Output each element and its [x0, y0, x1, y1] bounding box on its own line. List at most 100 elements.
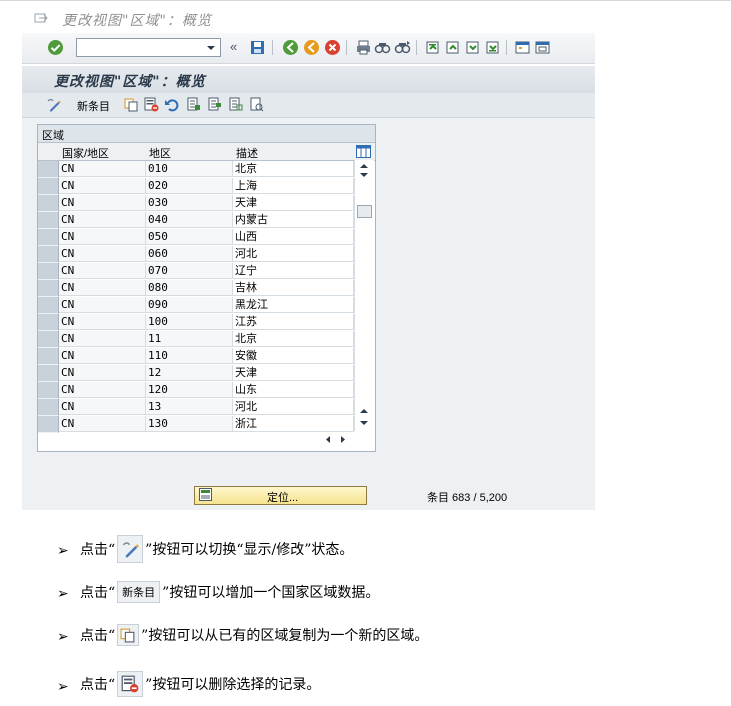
- find-icon[interactable]: [374, 39, 391, 56]
- cell-region[interactable]: 100: [146, 314, 233, 330]
- table-settings-icon[interactable]: [356, 145, 371, 158]
- cell-description[interactable]: 安徽: [233, 348, 354, 364]
- cell-region[interactable]: 12: [146, 365, 233, 381]
- cell-country[interactable]: CN: [59, 246, 146, 262]
- cell-region[interactable]: 040: [146, 212, 233, 228]
- cell-description[interactable]: 河北: [233, 399, 354, 415]
- first-page-icon[interactable]: [424, 39, 441, 56]
- prev-page-icon[interactable]: [444, 39, 461, 56]
- cell-country[interactable]: CN: [59, 382, 146, 398]
- deselect-all-icon[interactable]: [228, 97, 243, 112]
- cell-description[interactable]: 山西: [233, 229, 354, 245]
- scroll-right-icon[interactable]: [339, 435, 347, 444]
- row-selector[interactable]: [38, 399, 59, 416]
- cell-description[interactable]: 河北: [233, 246, 354, 262]
- cell-country[interactable]: CN: [59, 280, 146, 296]
- cell-country[interactable]: CN: [59, 297, 146, 313]
- cell-description[interactable]: 北京: [233, 161, 354, 177]
- row-selector[interactable]: [38, 212, 59, 229]
- row-selector[interactable]: [38, 416, 59, 433]
- cell-country[interactable]: CN: [59, 348, 146, 364]
- position-button[interactable]: 定位...: [194, 486, 367, 505]
- row-selector[interactable]: [38, 246, 59, 263]
- row-selector[interactable]: [38, 331, 59, 348]
- cell-country[interactable]: CN: [59, 212, 146, 228]
- layout-icon[interactable]: [534, 39, 551, 56]
- window-menu-icon[interactable]: [34, 12, 48, 24]
- cell-country[interactable]: CN: [59, 195, 146, 211]
- cell-description[interactable]: 天津: [233, 195, 354, 211]
- cell-region[interactable]: 030: [146, 195, 233, 211]
- delete-icon[interactable]: [144, 97, 159, 112]
- create-session-icon[interactable]: [514, 39, 531, 56]
- select-all-icon[interactable]: [186, 97, 201, 112]
- row-selector[interactable]: [38, 178, 59, 195]
- row-selector[interactable]: [38, 365, 59, 382]
- row-selector[interactable]: [38, 382, 59, 399]
- row-selector[interactable]: [38, 314, 59, 331]
- cell-region[interactable]: 11: [146, 331, 233, 347]
- collapse-arrows-icon[interactable]: «: [230, 39, 237, 54]
- column-header-country[interactable]: 国家/地区: [62, 145, 109, 161]
- exit-icon[interactable]: [303, 39, 320, 56]
- horizontal-scrollbar[interactable]: [234, 431, 354, 447]
- column-header-region[interactable]: 地区: [149, 145, 171, 161]
- cell-country[interactable]: CN: [59, 314, 146, 330]
- row-selector[interactable]: [38, 195, 59, 212]
- cell-region[interactable]: 120: [146, 382, 233, 398]
- cell-description[interactable]: 江苏: [233, 314, 354, 330]
- cell-country[interactable]: CN: [59, 178, 146, 194]
- new-entries-button[interactable]: 新条目: [77, 98, 110, 114]
- scroll-down-icon[interactable]: [359, 171, 369, 179]
- scroll-up-icon[interactable]: [359, 162, 369, 170]
- enter-icon[interactable]: [47, 39, 64, 56]
- save-icon[interactable]: [249, 39, 266, 56]
- cell-region[interactable]: 010: [146, 161, 233, 177]
- row-selector[interactable]: [38, 263, 59, 280]
- cell-country[interactable]: CN: [59, 263, 146, 279]
- where-used-icon[interactable]: [249, 97, 264, 112]
- print-icon[interactable]: [355, 39, 372, 56]
- next-page-icon[interactable]: [464, 39, 481, 56]
- chevron-down-icon[interactable]: [204, 41, 218, 54]
- row-selector[interactable]: [38, 297, 59, 314]
- cell-country[interactable]: CN: [59, 399, 146, 415]
- scroll-page-up-icon[interactable]: [359, 407, 369, 415]
- cell-region[interactable]: 13: [146, 399, 233, 415]
- cell-country[interactable]: CN: [59, 331, 146, 347]
- cell-description[interactable]: 内蒙古: [233, 212, 354, 228]
- cell-description[interactable]: 黑龙江: [233, 297, 354, 313]
- cell-description[interactable]: 吉林: [233, 280, 354, 296]
- row-selector[interactable]: [38, 280, 59, 297]
- cell-country[interactable]: CN: [59, 161, 146, 177]
- select-block-icon[interactable]: [207, 97, 222, 112]
- cell-description[interactable]: 山东: [233, 382, 354, 398]
- scroll-thumb[interactable]: [357, 205, 372, 218]
- row-selector[interactable]: [38, 229, 59, 246]
- cancel-icon[interactable]: [324, 39, 341, 56]
- cell-region[interactable]: 070: [146, 263, 233, 279]
- back-icon[interactable]: [282, 39, 299, 56]
- column-header-description[interactable]: 描述: [236, 145, 258, 161]
- cell-country[interactable]: CN: [59, 365, 146, 381]
- vertical-scrollbar[interactable]: [354, 160, 374, 431]
- cell-description[interactable]: 辽宁: [233, 263, 354, 279]
- find-next-icon[interactable]: [394, 39, 411, 56]
- scroll-page-down-icon[interactable]: [359, 419, 369, 427]
- cell-region[interactable]: 080: [146, 280, 233, 296]
- cell-country[interactable]: CN: [59, 416, 146, 432]
- last-page-icon[interactable]: [484, 39, 501, 56]
- cell-region[interactable]: 110: [146, 348, 233, 364]
- scroll-left-icon[interactable]: [324, 435, 332, 444]
- cell-description[interactable]: 天津: [233, 365, 354, 381]
- cell-region[interactable]: 050: [146, 229, 233, 245]
- undo-icon[interactable]: [164, 97, 179, 112]
- copy-icon[interactable]: [124, 97, 139, 112]
- cell-region[interactable]: 020: [146, 178, 233, 194]
- command-field[interactable]: [76, 38, 221, 57]
- row-selector[interactable]: [38, 348, 59, 365]
- cell-description[interactable]: 上海: [233, 178, 354, 194]
- row-selector[interactable]: [38, 161, 59, 178]
- display-change-icon[interactable]: [46, 97, 61, 112]
- cell-region[interactable]: 060: [146, 246, 233, 262]
